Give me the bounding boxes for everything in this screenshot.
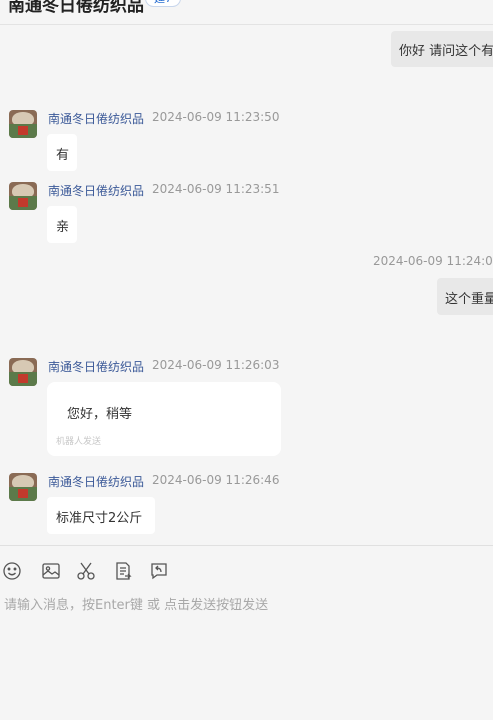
sender-name: 南通冬日倦纺织品 xyxy=(48,112,145,126)
recall-icon[interactable] xyxy=(148,560,170,582)
scissors-icon[interactable] xyxy=(75,560,97,582)
image-icon[interactable] xyxy=(40,560,62,582)
sender-name: 南通冬日倦纺织品 xyxy=(48,184,145,198)
sender-name: 南通冬日倦纺织品 xyxy=(48,360,145,374)
message-time: 2024-06-09 11:23:51 xyxy=(152,182,280,196)
message-input-area xyxy=(0,590,493,720)
message-input[interactable] xyxy=(0,590,493,710)
message-time: 2024-06-09 11:26:03 xyxy=(152,358,280,372)
message-text: 亲 xyxy=(56,220,70,235)
message-text: 这个重量 xyxy=(445,292,493,307)
message-text: 你好 请问这个有 xyxy=(399,44,493,59)
avatar[interactable] xyxy=(9,473,37,501)
shop-tag: 延7 xyxy=(145,0,181,7)
avatar[interactable] xyxy=(9,182,37,210)
message-text: 标准尺寸2公斤 xyxy=(56,511,143,526)
emoji-icon[interactable] xyxy=(1,560,23,582)
message-bubble-incoming: 亲 xyxy=(47,206,77,243)
message-time: 2024-06-09 11:23:50 xyxy=(152,110,280,124)
input-toolbar xyxy=(0,556,493,588)
message-list[interactable]: 你好 请问这个有 南通冬日倦纺织品 2024-06-09 11:23:50 有 … xyxy=(0,26,493,546)
sender-name: 南通冬日倦纺织品 xyxy=(48,475,145,489)
avatar[interactable] xyxy=(9,110,37,138)
document-icon[interactable] xyxy=(112,560,134,582)
message-bubble-incoming: 有 xyxy=(47,134,77,171)
shop-name[interactable]: 南通冬日倦纺织品 xyxy=(8,0,144,16)
message-time: 2024-06-09 11:24:02 xyxy=(373,254,493,268)
message-text: 您好，稍等 xyxy=(67,407,133,422)
avatar[interactable] xyxy=(9,358,37,386)
message-bubble-incoming: 标准尺寸2公斤 xyxy=(47,497,155,534)
chat-header: 南通冬日倦纺织品 延7 xyxy=(0,0,493,25)
message-bubble-outgoing: 这个重量 xyxy=(437,278,493,315)
message-bubble-outgoing: 你好 请问这个有 xyxy=(391,31,493,67)
message-bubble-incoming: 您好，稍等 机器人发送 xyxy=(47,382,281,456)
message-time: 2024-06-09 11:26:46 xyxy=(152,473,280,487)
message-text: 有 xyxy=(56,148,70,163)
robot-sent-note: 机器人发送 xyxy=(56,437,102,447)
input-divider xyxy=(0,545,493,546)
